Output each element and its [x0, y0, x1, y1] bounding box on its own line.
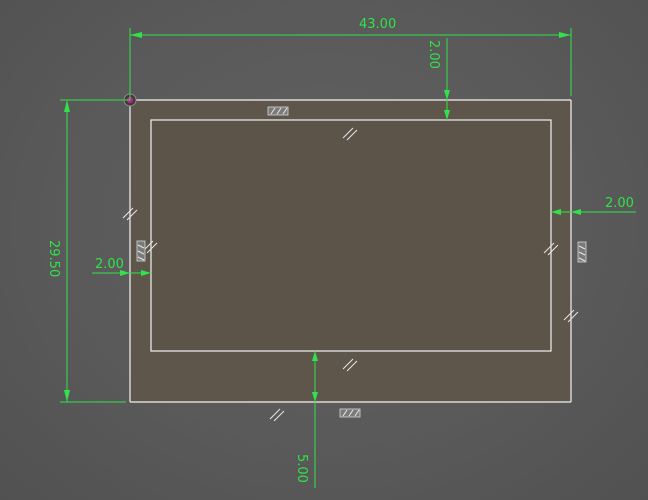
dimension-text-top-offset[interactable]: 2.00	[426, 40, 441, 69]
horizontal-constraint-icon[interactable]	[267, 106, 289, 116]
dimension-text-right-offset[interactable]: 2.00	[605, 196, 634, 211]
dimension-text-left-offset[interactable]: 2.00	[95, 257, 124, 272]
dimension-text-bottom-offset[interactable]: 5.00	[294, 454, 309, 483]
horizontal-constraint-icon[interactable]	[339, 408, 361, 418]
dimension-text-overall-width[interactable]: 43.00	[359, 17, 396, 32]
sketch-view[interactable]: 43.00 2.00 2.00 2.00 29.50 5.00	[0, 0, 648, 500]
dimension-overall-height[interactable]: 29.50	[46, 99, 130, 403]
sketch-canvas[interactable]: 43.00 2.00 2.00 2.00 29.50 5.00	[0, 0, 648, 500]
vertical-constraint-icon[interactable]	[136, 240, 146, 262]
parallel-constraint-icon[interactable]	[269, 408, 285, 422]
dimension-text-overall-height[interactable]: 29.50	[46, 240, 61, 277]
vertical-constraint-icon[interactable]	[577, 241, 587, 263]
inner-profile[interactable]	[150, 119, 552, 352]
dimension-overall-width[interactable]: 43.00	[129, 17, 572, 100]
